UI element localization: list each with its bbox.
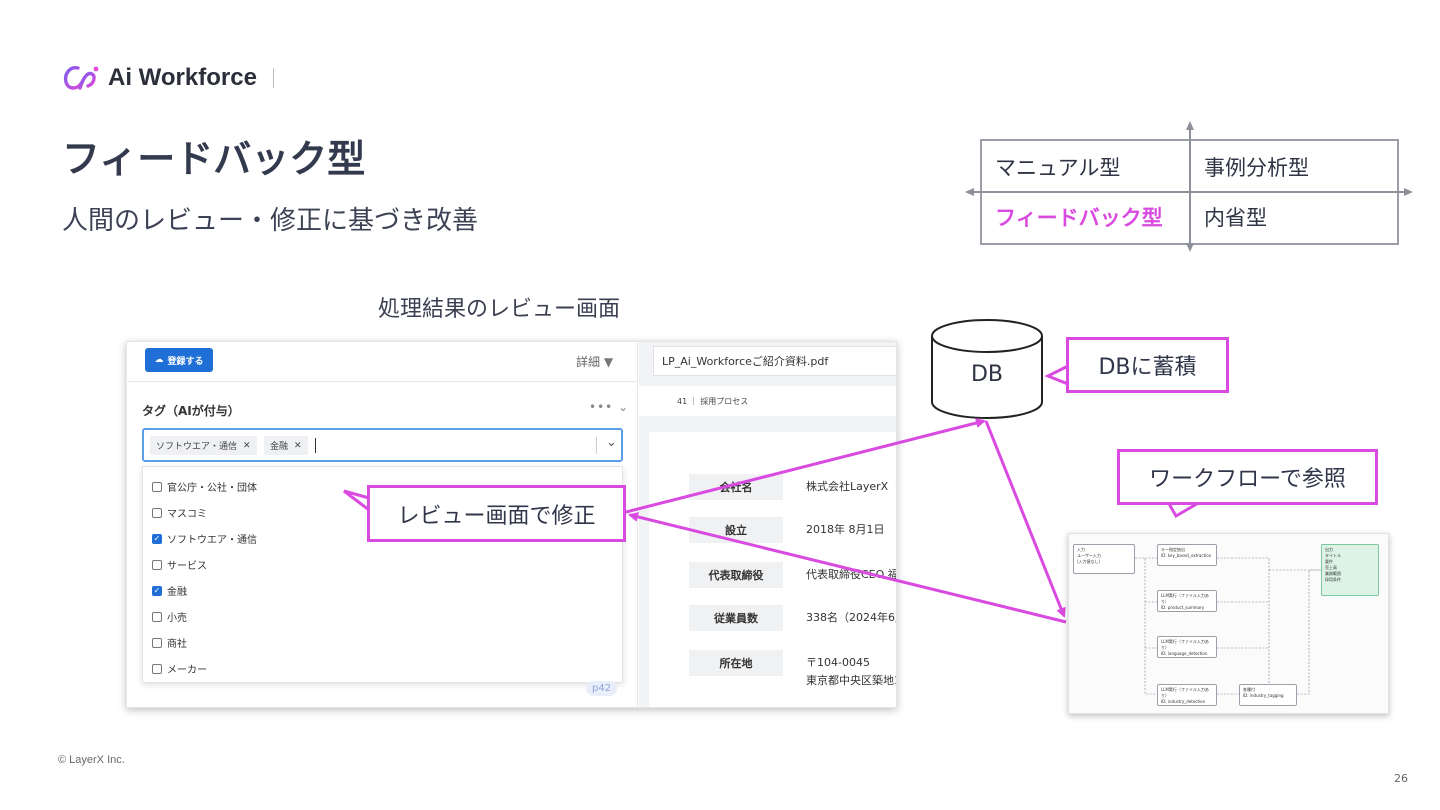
doc-key: 所在地 (689, 650, 783, 676)
tag-option[interactable]: マスコミ (152, 505, 207, 520)
tag-chip: ソフトウエア・通信 ✕ (150, 436, 257, 455)
tag-chip: 金融 ✕ (264, 436, 308, 455)
tag-option-label: 官公庁・公社・団体 (167, 483, 257, 494)
workflow-node-output[interactable]: 出力 タイトル 要件 売上高 業務範囲 採用条件 (1321, 544, 1379, 596)
doc-value: 338名（2024年6月 (806, 611, 897, 624)
page-title: フィードバック型 (62, 137, 366, 181)
tag-option-label: サービス (167, 561, 207, 572)
callout-db-store: DBに蓄積 (1066, 337, 1229, 393)
node-id: ID: key_based_extraction (1161, 553, 1212, 558)
brand-name: Ai Workforce (108, 64, 257, 91)
workflow-node-input[interactable]: 入力 ユーザー入力 (入力値なし) (1073, 544, 1135, 574)
doc-value-line: 東京都中央区築地1 (806, 674, 897, 687)
doc-row: 従業員数 338名（2024年6月 (649, 605, 897, 635)
brand: Ai Workforce (62, 60, 274, 96)
tag-option-label: メーカー (167, 665, 207, 676)
tag-menu[interactable]: ••• ⌄ (589, 400, 629, 414)
workflow-node[interactable]: LLM実行（ファイル入力あり） ID: language_detection (1157, 636, 1217, 658)
workflow-node[interactable]: キー指定抽出 ID: key_based_extraction (1157, 544, 1217, 566)
doc-row: 会社名 株式会社LayerX（ (649, 474, 897, 504)
tag-option[interactable]: サービス (152, 557, 207, 572)
tag-option-label: 小売 (167, 613, 187, 624)
tag-option-label: 商社 (167, 639, 187, 650)
doc-key: 会社名 (689, 474, 783, 500)
tag-select-input[interactable]: ソフトウエア・通信 ✕ 金融 ✕ ⌄ (142, 428, 623, 462)
doc-row: 設立 2018年 8月1日 (649, 517, 896, 547)
checkbox-icon[interactable] (152, 637, 162, 648)
document-page: 会社名 株式会社LayerX（ 設立 2018年 8月1日 代表取締役 代表取締… (649, 432, 897, 707)
panel-toolbar: ☁ 登録する 詳細 ▼ (127, 342, 638, 382)
node-id: ID: product_summary (1161, 605, 1205, 610)
tag-option-label: ソフトウエア・通信 (167, 535, 257, 546)
node-text: (入力値なし) (1077, 559, 1101, 564)
copyright: © LayerX Inc. (58, 754, 125, 766)
input-divider (596, 437, 597, 454)
screenshot-caption: 処理結果のレビュー画面 (378, 297, 621, 322)
tag-option[interactable]: 商社 (152, 635, 187, 650)
page-number: 26 (1394, 772, 1408, 785)
db-label: DB (970, 362, 1004, 387)
checkbox-icon[interactable] (152, 611, 162, 622)
checkbox-checked-icon[interactable]: ✓ (152, 585, 162, 596)
doc-value: 代表取締役CEO 福 (806, 568, 897, 581)
doc-value: 2018年 8月1日 (806, 523, 885, 536)
doc-key: 従業員数 (689, 605, 783, 631)
doc-value: 株式会社LayerX（ (806, 480, 897, 493)
document-page-header: 41 ｜ 採用プロセス (639, 386, 896, 416)
doc-row: 代表取締役 代表取締役CEO 福 (649, 562, 897, 592)
doc-key: 代表取締役 (689, 562, 783, 588)
checkbox-icon[interactable] (152, 481, 162, 492)
workflow-node[interactable]: 各種付 ID: industry_tagging (1239, 684, 1297, 706)
checkbox-checked-icon[interactable]: ✓ (152, 533, 162, 544)
checkbox-icon[interactable] (152, 559, 162, 570)
file-name-field[interactable]: LP_Ai_Workforceご紹介資料.pdf (653, 346, 896, 376)
tag-option[interactable]: ✓ ソフトウエア・通信 (152, 531, 257, 546)
chevron-down-icon[interactable]: ⌄ (606, 435, 617, 450)
brand-divider (272, 68, 274, 88)
checkbox-icon[interactable] (152, 507, 162, 518)
doc-value: 〒104-0045 東京都中央区築地1 (806, 654, 897, 690)
page-badge[interactable]: p42 (586, 681, 618, 696)
node-title: LLM実行（ファイル入力あり） (1161, 639, 1209, 650)
callout-workflow-ref: ワークフローで参照 (1117, 449, 1378, 505)
register-button[interactable]: ☁ 登録する (145, 348, 213, 372)
tag-option-label: マスコミ (167, 509, 207, 520)
register-button-label: 登録する (167, 356, 204, 367)
page-subtitle: 人間のレビュー・修正に基づき改善 (62, 206, 479, 236)
node-id: ID: industry_tagging (1243, 693, 1284, 698)
remove-chip-icon[interactable]: ✕ (243, 441, 251, 451)
workflow-node[interactable]: LLM実行（ファイル入力あり） ID: product_summary (1157, 590, 1217, 612)
chevron-down-icon: ⌄ (618, 400, 630, 414)
checkbox-icon[interactable] (152, 663, 162, 674)
tag-option[interactable]: 官公庁・公社・団体 (152, 479, 257, 494)
tag-chip-label: 金融 (270, 442, 289, 452)
tag-option[interactable]: 小売 (152, 609, 187, 624)
tag-section-label: タグ（AIが付与） (142, 404, 240, 418)
caret-down-icon: ▼ (603, 355, 614, 369)
node-title: LLM実行（ファイル入力あり） (1161, 593, 1209, 604)
detail-toggle[interactable]: 詳細 ▼ (576, 353, 613, 370)
doc-value-line: 〒104-0045 (806, 656, 870, 669)
tag-option[interactable]: ✓ 金融 (152, 583, 187, 598)
tag-option-label: 金融 (167, 587, 187, 598)
tag-chip-label: ソフトウエア・通信 (156, 442, 238, 452)
cloud-upload-icon: ☁ (154, 355, 164, 365)
ai-workforce-logo-icon (63, 66, 99, 90)
remove-chip-icon[interactable]: ✕ (294, 441, 302, 451)
workflow-node[interactable]: LLM実行（ファイル入力あり） ID: industry_detection (1157, 684, 1217, 706)
node-id: ID: industry_detection (1161, 699, 1206, 704)
tag-option[interactable]: メーカー (152, 661, 207, 676)
node-id: ID: language_detection (1161, 651, 1208, 656)
document-preview: LP_Ai_Workforceご紹介資料.pdf 41 ｜ 採用プロセス 会社名… (639, 342, 897, 707)
doc-row: 所在地 〒104-0045 東京都中央区築地1 (649, 650, 896, 687)
node-text: 採用条件 (1325, 577, 1341, 582)
callout-review: レビュー画面で修正 (367, 485, 626, 542)
detail-label: 詳細 (576, 355, 601, 369)
text-caret (315, 438, 316, 453)
more-icon: ••• (589, 400, 614, 414)
doc-key: 設立 (689, 517, 783, 543)
quadrant-axes (965, 121, 1413, 252)
node-title: LLM実行（ファイル入力あり） (1161, 687, 1209, 698)
workflow-screenshot: 入力 ユーザー入力 (入力値なし) キー指定抽出 ID: key_based_e… (1068, 533, 1389, 714)
